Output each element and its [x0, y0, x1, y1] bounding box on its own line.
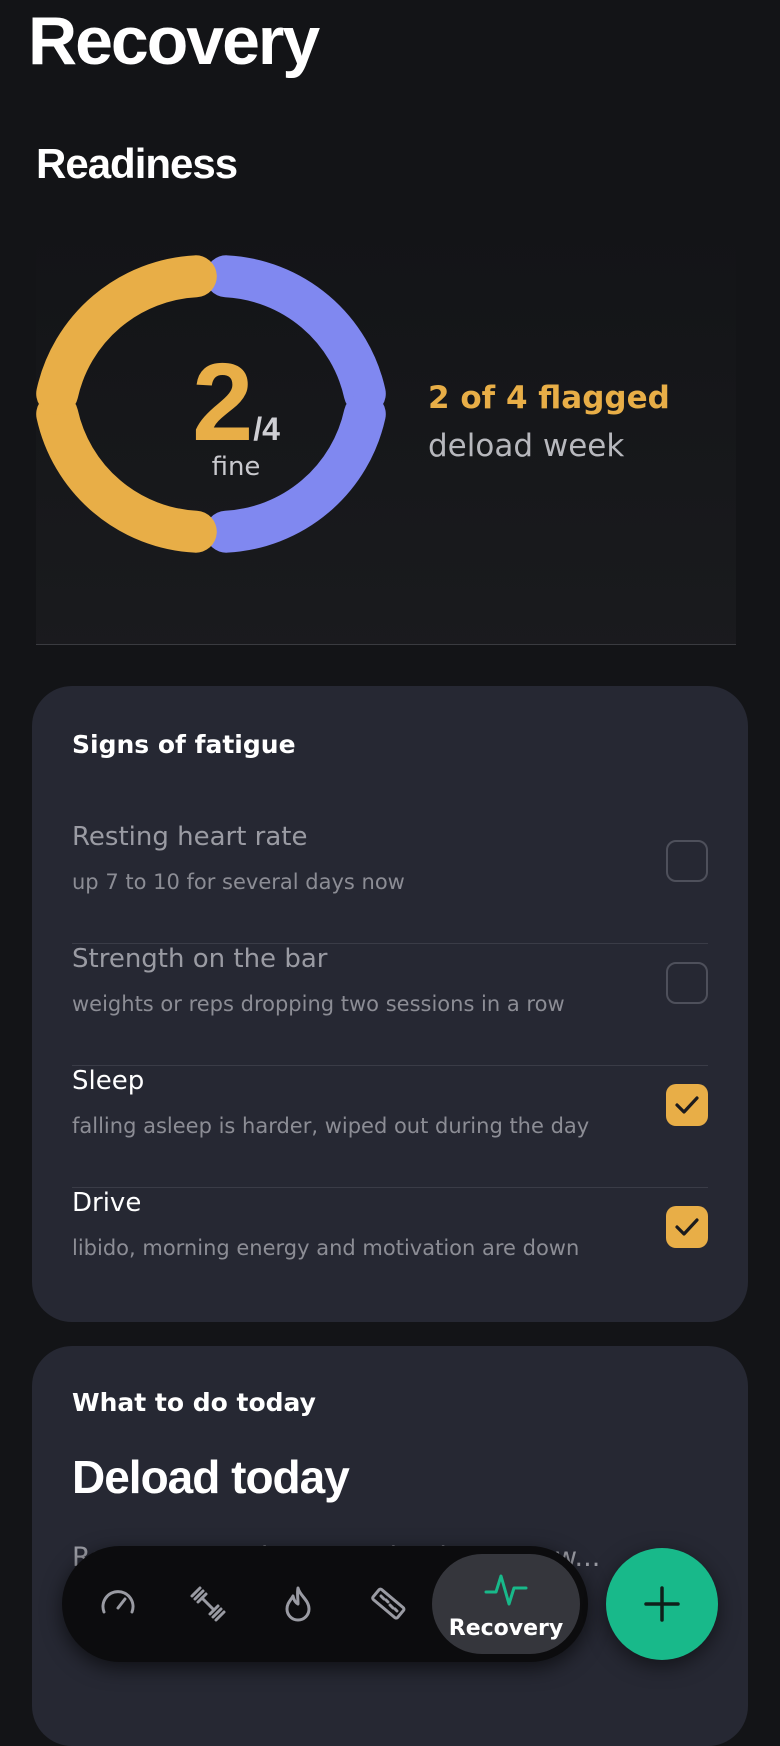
flame-icon: [285, 1586, 311, 1622]
speedometer-icon: [101, 1590, 135, 1614]
fatigue-checkbox[interactable]: [666, 840, 708, 882]
fatigue-item-title: Sleep: [72, 1066, 145, 1096]
add-button[interactable]: [606, 1548, 718, 1660]
tab-measurements[interactable]: [348, 1546, 428, 1662]
tab-workouts[interactable]: [168, 1546, 248, 1662]
today-heading: Deload today: [72, 1451, 350, 1503]
checkmark-icon: [675, 1096, 699, 1114]
fatigue-item-title: Drive: [72, 1188, 142, 1218]
recommendation-text: deload week: [428, 428, 625, 464]
flagged-count: 2 of 4 flagged: [428, 380, 670, 416]
fatigue-item-sleep[interactable]: Sleep falling asleep is harder, wiped ou…: [72, 1066, 708, 1188]
checkmark-icon: [675, 1218, 699, 1236]
fatigue-item-desc: up 7 to 10 for several days now: [72, 870, 405, 894]
fatigue-item-desc: falling asleep is harder, wiped out duri…: [72, 1114, 590, 1138]
heartbeat-icon: [484, 1574, 528, 1606]
readiness-score: 2: [192, 341, 254, 464]
fatigue-checkbox-checked[interactable]: [666, 1084, 708, 1126]
readiness-total: /4: [253, 411, 280, 447]
readiness-panel: 2/4 fine 2 of 4 flagged deload week: [36, 228, 736, 645]
dumbbell-icon: [190, 1586, 226, 1622]
fatigue-item-title: Strength on the bar: [72, 944, 328, 974]
today-card-label: What to do today: [72, 1388, 316, 1417]
fatigue-item-resting-heart-rate[interactable]: Resting heart rate up 7 to 10 for severa…: [72, 822, 708, 944]
fatigue-checkbox-checked[interactable]: [666, 1206, 708, 1248]
fatigue-checkbox[interactable]: [666, 962, 708, 1004]
fatigue-item-desc: weights or reps dropping two sessions in…: [72, 992, 565, 1016]
fatigue-item-strength[interactable]: Strength on the bar weights or reps drop…: [72, 944, 708, 1066]
fatigue-card: Signs of fatigue Resting heart rate up 7…: [32, 686, 748, 1322]
ruler-icon: [371, 1587, 406, 1620]
tab-recovery-label: Recovery: [448, 1616, 564, 1641]
bottom-tab-bar: Recovery: [62, 1546, 588, 1662]
readiness-heading: Readiness: [36, 140, 238, 187]
page-title: Recovery: [28, 3, 320, 79]
fatigue-card-label: Signs of fatigue: [72, 730, 296, 759]
fatigue-item-title: Resting heart rate: [72, 822, 308, 852]
tab-recovery[interactable]: Recovery: [432, 1554, 580, 1654]
readiness-status: fine: [211, 452, 261, 482]
plus-icon: [644, 1586, 680, 1622]
fatigue-item-desc: libido, morning energy and motivation ar…: [72, 1236, 580, 1260]
tab-dashboard[interactable]: [78, 1546, 158, 1662]
tab-calories[interactable]: [258, 1546, 338, 1662]
fatigue-item-drive[interactable]: Drive libido, morning energy and motivat…: [72, 1188, 708, 1310]
